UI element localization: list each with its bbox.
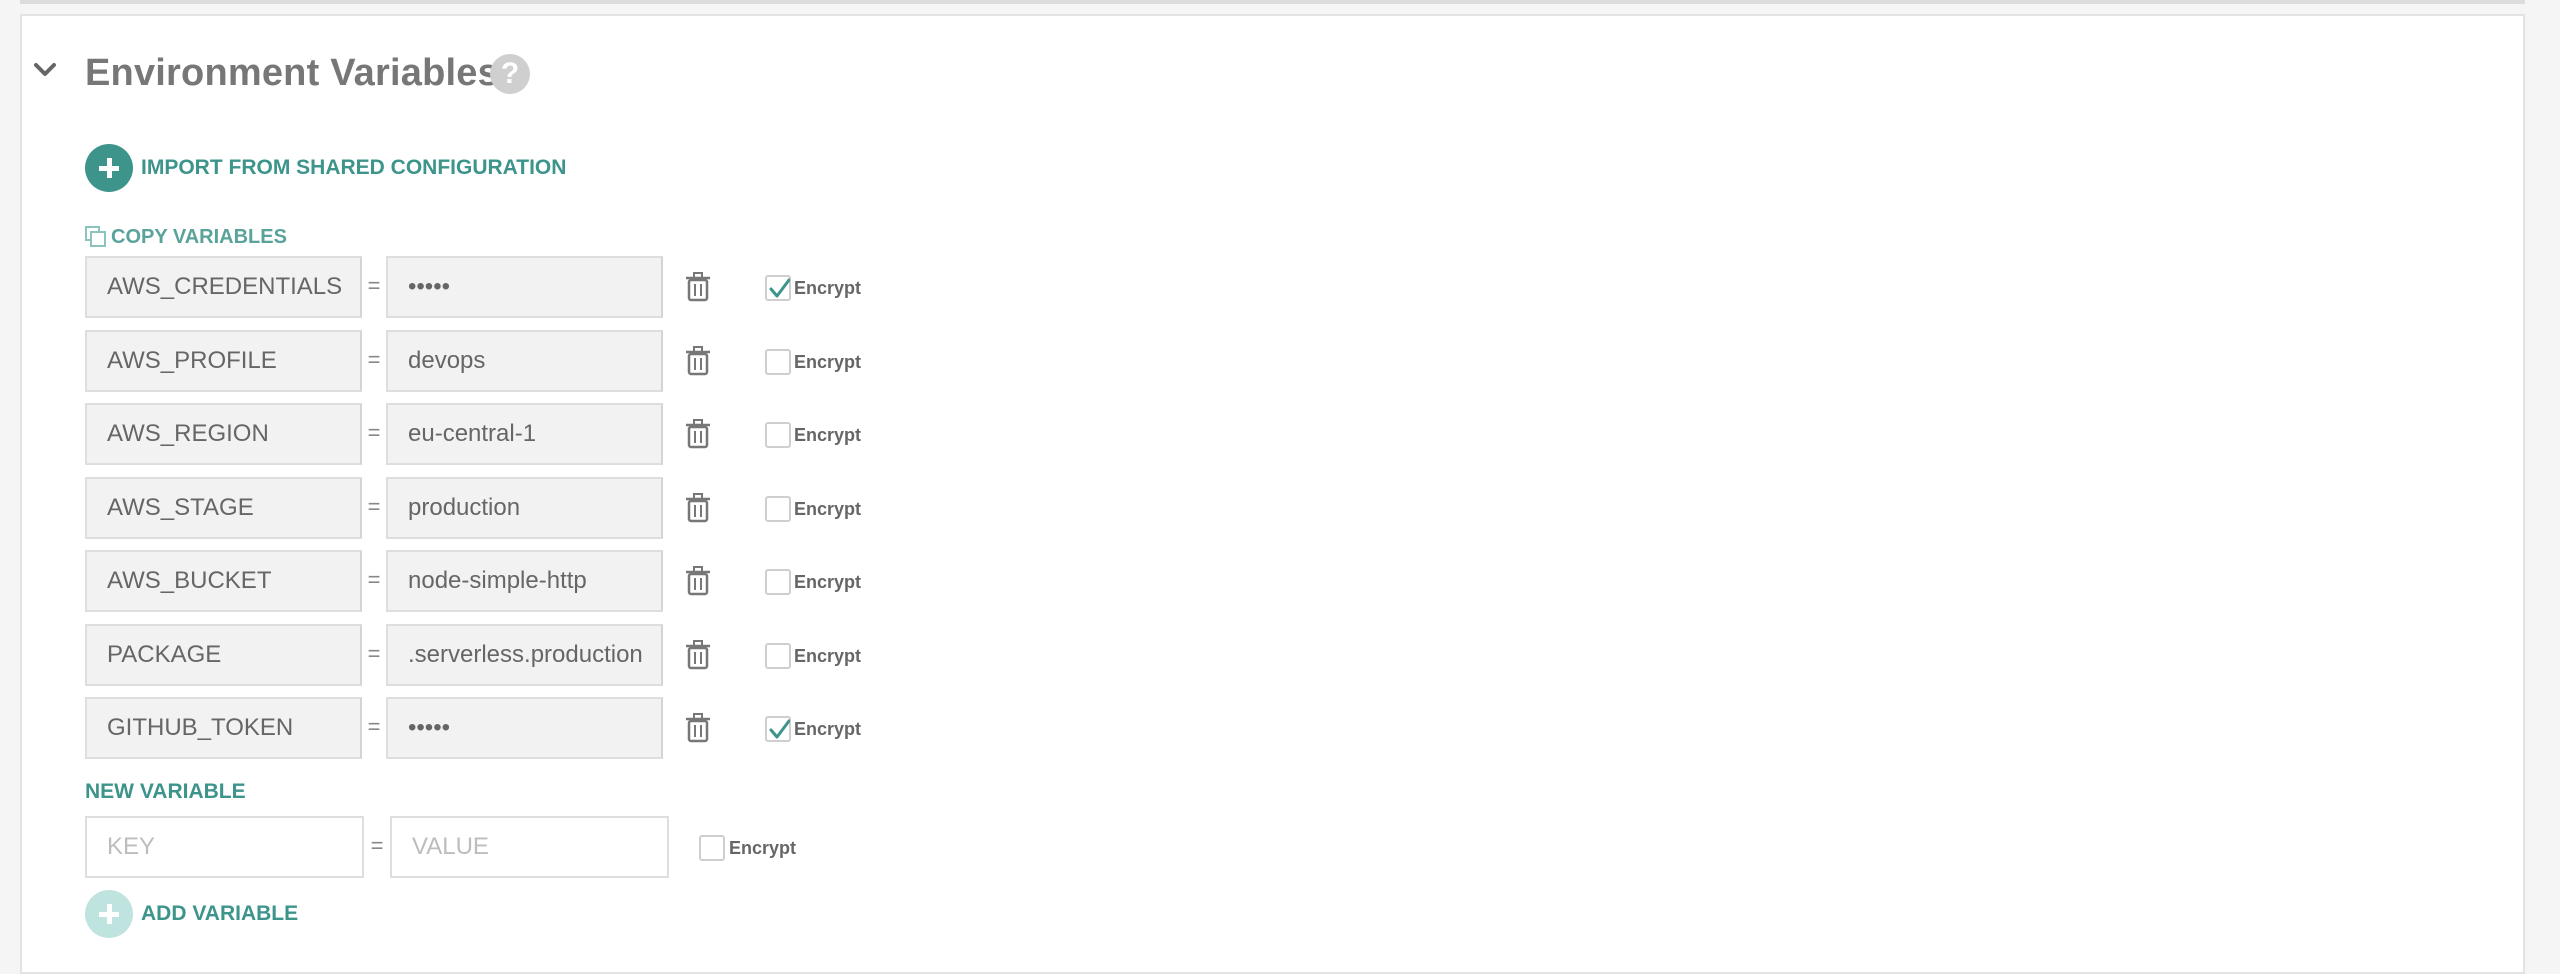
encrypt-checkbox[interactable]: [765, 275, 791, 301]
new-variable-label: NEW VARIABLE: [85, 780, 246, 803]
import-shared-config-button[interactable]: IMPORT FROM SHARED CONFIGURATION: [85, 144, 566, 192]
chevron-down-icon[interactable]: [32, 60, 58, 80]
encrypt-label: Encrypt: [794, 499, 862, 519]
variable-value-field[interactable]: .serverless.production: [386, 624, 663, 686]
variable-value-field[interactable]: production: [386, 477, 663, 539]
encrypt-label: Encrypt: [794, 646, 862, 666]
check-icon: [769, 719, 790, 739]
encrypt-label: Encrypt: [729, 838, 797, 858]
encrypt-checkbox[interactable]: [765, 716, 791, 742]
plus-circle-icon: [85, 890, 133, 938]
plus-circle-icon: [85, 144, 133, 192]
add-variable-button[interactable]: ADD VARIABLE: [85, 890, 298, 938]
equals-sign: =: [367, 494, 381, 519]
variable-key-field[interactable]: GITHUB_TOKEN: [85, 697, 362, 759]
trash-icon[interactable]: [685, 713, 711, 743]
encrypt-checkbox[interactable]: [765, 422, 791, 448]
variable-key-field[interactable]: AWS_STAGE: [85, 477, 362, 539]
variable-value-field[interactable]: devops: [386, 330, 663, 392]
trash-icon[interactable]: [685, 493, 711, 523]
new-key-input[interactable]: [85, 816, 364, 878]
equals-sign: =: [367, 567, 381, 592]
encrypt-label: Encrypt: [794, 425, 862, 445]
encrypt-checkbox[interactable]: [765, 569, 791, 595]
variable-value-field[interactable]: •••••: [386, 697, 663, 759]
variable-key-field[interactable]: AWS_PROFILE: [85, 330, 362, 392]
variable-key-field[interactable]: PACKAGE: [85, 624, 362, 686]
copy-variables-button[interactable]: COPY VARIABLES: [85, 224, 287, 250]
variable-value-field[interactable]: •••••: [386, 256, 663, 318]
top-divider: [20, 0, 2525, 4]
variable-key-field[interactable]: AWS_CREDENTIALS: [85, 256, 362, 318]
equals-sign: =: [367, 347, 381, 372]
variable-value-field[interactable]: node-simple-http: [386, 550, 663, 612]
new-encrypt-checkbox[interactable]: [699, 835, 725, 861]
encrypt-label: Encrypt: [794, 572, 862, 592]
question-circle-icon[interactable]: ?: [490, 54, 530, 94]
encrypt-label: Encrypt: [794, 352, 862, 372]
encrypt-label: Encrypt: [794, 719, 862, 739]
variable-value-field[interactable]: eu-central-1: [386, 403, 663, 465]
new-value-input[interactable]: [390, 816, 669, 878]
equals-sign: =: [367, 273, 381, 298]
import-label: IMPORT FROM SHARED CONFIGURATION: [141, 156, 567, 179]
section-title: Environment Variables: [85, 52, 499, 94]
equals-sign: =: [367, 714, 381, 739]
encrypt-label: Encrypt: [794, 278, 862, 298]
copy-icon: [85, 226, 106, 247]
variable-key-field[interactable]: AWS_BUCKET: [85, 550, 362, 612]
trash-icon[interactable]: [685, 272, 711, 302]
trash-icon[interactable]: [685, 566, 711, 596]
trash-icon[interactable]: [685, 419, 711, 449]
trash-icon[interactable]: [685, 640, 711, 670]
equals-sign: =: [367, 420, 381, 445]
encrypt-checkbox[interactable]: [765, 349, 791, 375]
variable-key-field[interactable]: AWS_REGION: [85, 403, 362, 465]
encrypt-checkbox[interactable]: [765, 496, 791, 522]
equals-sign: =: [370, 833, 384, 858]
add-variable-label: ADD VARIABLE: [141, 902, 299, 925]
equals-sign: =: [367, 641, 381, 666]
encrypt-checkbox[interactable]: [765, 643, 791, 669]
trash-icon[interactable]: [685, 346, 711, 376]
check-icon: [769, 278, 790, 298]
copy-label: COPY VARIABLES: [111, 225, 287, 248]
